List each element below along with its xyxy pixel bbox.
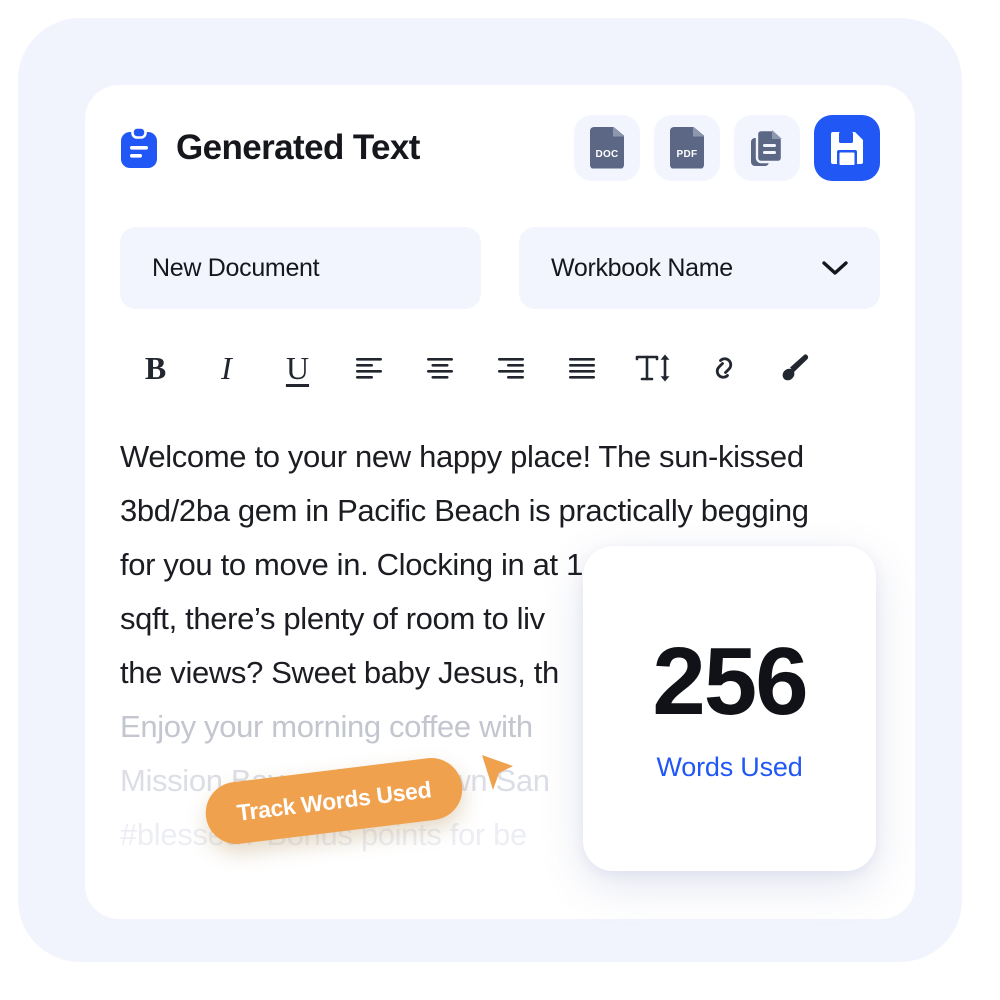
pdf-file-label: PDF bbox=[676, 148, 698, 160]
align-justify-icon bbox=[568, 358, 595, 379]
underline-button[interactable]: U bbox=[262, 342, 333, 394]
page-title: Generated Text bbox=[176, 127, 420, 167]
italic-icon: I bbox=[221, 350, 232, 386]
cursor-pointer-icon bbox=[482, 755, 513, 790]
pdf-file-icon: PDF bbox=[670, 126, 704, 169]
card-header: Generated Text DOC PDF bbox=[85, 85, 915, 210]
word-count-label: Words Used bbox=[656, 752, 803, 782]
word-count-value: 256 bbox=[652, 628, 808, 735]
text-size-icon bbox=[635, 354, 669, 382]
workbook-select[interactable]: Workbook Name bbox=[519, 227, 880, 309]
export-pdf-button[interactable]: PDF bbox=[654, 114, 720, 181]
align-right-button[interactable] bbox=[475, 342, 546, 394]
header-actions: DOC PDF bbox=[574, 114, 880, 181]
floppy-disk-icon bbox=[831, 131, 863, 165]
track-words-badge[interactable]: Track Words Used bbox=[202, 754, 466, 848]
italic-button[interactable]: I bbox=[191, 342, 262, 394]
highlight-button[interactable] bbox=[759, 342, 830, 394]
clipboard-icon bbox=[121, 126, 157, 168]
doc-file-label: DOC bbox=[595, 148, 619, 160]
chevron-down-icon bbox=[822, 260, 848, 275]
workbook-select-value: Workbook Name bbox=[551, 253, 733, 282]
document-name-input[interactable]: New Document bbox=[120, 227, 481, 309]
fields-row: New Document Workbook Name bbox=[120, 227, 880, 309]
paintbrush-icon bbox=[782, 354, 808, 381]
bold-button[interactable]: B bbox=[120, 342, 191, 394]
track-words-callout: Track Words Used bbox=[202, 752, 525, 848]
document-line: 3bd/2ba gem in Pacific Beach is practica… bbox=[120, 493, 809, 528]
bold-icon: B bbox=[144, 350, 167, 386]
align-left-icon bbox=[355, 358, 382, 379]
align-justify-button[interactable] bbox=[546, 342, 617, 394]
text-size-button[interactable] bbox=[617, 342, 688, 394]
track-words-badge-label: Track Words Used bbox=[235, 775, 433, 826]
screenshot-root: Generated Text DOC PDF New Document Work… bbox=[0, 0, 1000, 1000]
link-button[interactable] bbox=[688, 342, 759, 394]
document-line: Welcome to your new happy place! The sun… bbox=[120, 439, 804, 474]
formatting-toolbar: B I U bbox=[120, 340, 880, 396]
underline-icon: U bbox=[285, 350, 310, 386]
document-name-value: New Document bbox=[152, 253, 320, 282]
export-doc-button[interactable]: DOC bbox=[574, 114, 640, 181]
align-center-button[interactable] bbox=[404, 342, 475, 394]
align-left-button[interactable] bbox=[333, 342, 404, 394]
copy-docs-icon bbox=[751, 128, 784, 166]
link-icon bbox=[715, 357, 732, 379]
doc-file-icon: DOC bbox=[590, 126, 624, 169]
save-button[interactable] bbox=[814, 114, 880, 181]
align-center-icon bbox=[426, 358, 453, 379]
title-group: Generated Text bbox=[120, 126, 574, 169]
align-right-icon bbox=[497, 358, 524, 379]
word-count-card: 256 Words Used bbox=[583, 546, 876, 871]
copy-button[interactable] bbox=[734, 114, 800, 181]
